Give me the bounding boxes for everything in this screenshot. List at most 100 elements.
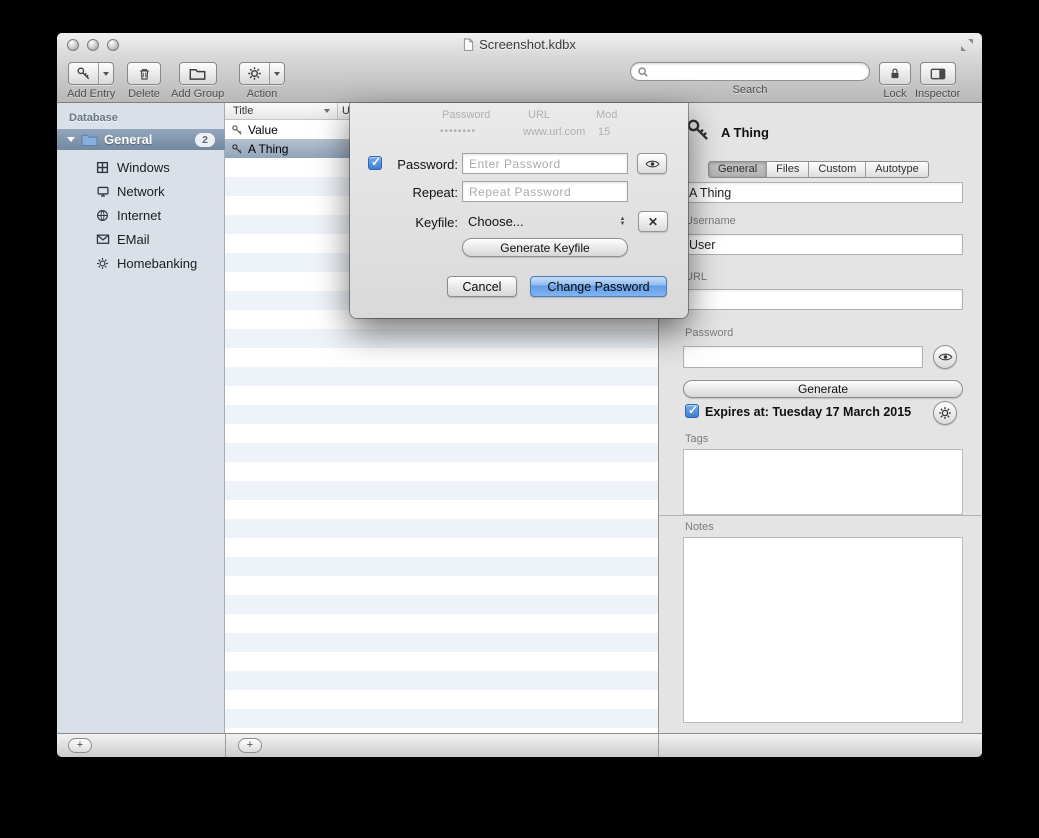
bottom-bar: + + — [57, 733, 982, 757]
column-title-label: Title — [233, 105, 253, 117]
url-label: URL — [685, 271, 707, 283]
lock-label: Lock — [883, 88, 906, 100]
add-entry-dropdown[interactable] — [98, 63, 113, 84]
sidebar-item-email[interactable]: EMail — [57, 227, 225, 251]
username-field[interactable] — [683, 234, 963, 255]
folder-icon — [189, 67, 206, 81]
toolbar: Add Entry Delete Add Group — [57, 57, 982, 103]
sheet-password-label: Password: — [386, 157, 458, 172]
dimmed-modified-header: Mod — [596, 109, 617, 121]
sidebar-item-network[interactable]: Network — [57, 179, 225, 203]
tab-files[interactable]: Files — [767, 162, 809, 177]
sheet-repeat-label: Repeat: — [386, 185, 458, 200]
add-entry-button[interactable] — [68, 62, 114, 85]
sidebar-item-homebanking[interactable]: Homebanking — [57, 251, 225, 275]
tags-label: Tags — [685, 433, 708, 445]
email-icon — [95, 233, 110, 245]
tab-general[interactable]: General — [709, 162, 767, 177]
add-group-plus-button[interactable]: + — [68, 738, 92, 753]
delete-button[interactable] — [127, 62, 161, 85]
sidebar-item-windows[interactable]: Windows — [57, 155, 225, 179]
change-password-sheet: Password URL Mod •••••••• www.url.com 15… — [350, 103, 688, 318]
delete-label: Delete — [128, 88, 160, 100]
inspector-tabs: General Files Custom Autotype — [708, 161, 929, 178]
search-label: Search — [733, 84, 768, 96]
dimmed-password-dots: •••••••• — [440, 126, 476, 137]
fullscreen-icon[interactable] — [960, 38, 974, 52]
bottom-bar-divider — [225, 734, 226, 757]
close-icon: ✕ — [648, 215, 658, 229]
windows-icon — [95, 161, 110, 174]
sheet-keyfile-label: Keyfile: — [386, 215, 458, 230]
generate-keyfile-button[interactable]: Generate Keyfile — [462, 238, 628, 257]
tab-custom[interactable]: Custom — [809, 162, 866, 177]
app-window: Screenshot.kdbx Add Entry Delete — [57, 33, 982, 757]
delete-item: Delete — [127, 62, 161, 100]
password-enabled-checkbox[interactable] — [368, 156, 382, 170]
add-group-label: Add Group — [171, 88, 224, 100]
keyfile-popup[interactable]: Choose... — [468, 214, 524, 229]
entry-title: A Thing — [248, 142, 336, 156]
eye-icon — [645, 159, 660, 169]
sidebar-item-label: Homebanking — [117, 256, 197, 271]
sidebar-item-internet[interactable]: Internet — [57, 203, 225, 227]
inspector-panel: A Thing General Files Custom Autotype Us… — [658, 103, 982, 733]
sidebar-group-general[interactable]: General 2 — [57, 129, 225, 150]
action-label: Action — [247, 88, 278, 100]
column-header-title[interactable]: Title — [225, 103, 338, 119]
gear-icon — [938, 406, 952, 420]
add-group-item: Add Group — [171, 62, 224, 100]
window-title: Screenshot.kdbx — [479, 37, 576, 52]
search-input[interactable] — [653, 65, 863, 79]
action-dropdown[interactable] — [269, 63, 284, 84]
inspector-button[interactable] — [920, 62, 956, 85]
expires-label: Expires at: Tuesday 17 March 2015 — [705, 405, 911, 419]
titlebar[interactable]: Screenshot.kdbx — [57, 33, 982, 57]
notes-label: Notes — [685, 521, 714, 533]
sidebar-item-label: Network — [117, 184, 165, 199]
username-label: Username — [685, 215, 736, 227]
add-group-button[interactable] — [179, 62, 217, 85]
change-password-button[interactable]: Change Password — [530, 276, 667, 297]
dimmed-url-header: URL — [528, 109, 550, 121]
trash-icon — [137, 66, 152, 82]
action-button[interactable] — [239, 62, 285, 85]
sidebar-item-label: Windows — [117, 160, 170, 175]
reveal-password-button[interactable] — [933, 345, 957, 369]
homebanking-icon — [95, 257, 110, 270]
inspector-item: Inspector — [915, 62, 960, 100]
repeat-password-input[interactable] — [462, 181, 628, 202]
dimmed-password-header: Password — [442, 109, 490, 121]
add-entry-plus-button[interactable]: + — [238, 738, 262, 753]
gear-icon — [241, 63, 269, 84]
lock-item: Lock — [879, 62, 911, 100]
entry-key-icon — [685, 117, 711, 143]
lock-button[interactable] — [879, 62, 911, 85]
folder-icon — [81, 133, 98, 146]
title-field[interactable] — [683, 182, 963, 203]
expires-checkbox[interactable] — [685, 404, 699, 418]
sidebar-group-label: General — [104, 132, 195, 147]
sidebar-item-label: Internet — [117, 208, 161, 223]
bottom-bar-divider — [658, 734, 659, 757]
search-field[interactable] — [630, 62, 870, 81]
password-field[interactable] — [683, 346, 923, 368]
sheet-reveal-password-button[interactable] — [637, 153, 667, 174]
dimmed-url-value: www.url.com — [523, 126, 585, 138]
document-icon — [463, 38, 474, 51]
notes-field[interactable] — [683, 537, 963, 723]
new-password-input[interactable] — [462, 153, 628, 174]
tags-field[interactable] — [683, 449, 963, 515]
url-field[interactable] — [683, 289, 963, 310]
sidebar: Database General 2 Windows Network — [57, 103, 225, 733]
disclosure-triangle-icon[interactable] — [67, 137, 75, 142]
action-item: Action — [239, 62, 285, 100]
lock-icon — [888, 66, 902, 81]
clear-keyfile-button[interactable]: ✕ — [638, 211, 668, 232]
expires-settings-button[interactable] — [933, 401, 957, 425]
cancel-button[interactable]: Cancel — [447, 276, 517, 297]
generate-password-button[interactable]: Generate — [683, 380, 963, 398]
tab-autotype[interactable]: Autotype — [866, 162, 927, 177]
key-icon — [231, 124, 243, 136]
popup-arrows-icon[interactable]: ▲▼ — [616, 212, 629, 231]
